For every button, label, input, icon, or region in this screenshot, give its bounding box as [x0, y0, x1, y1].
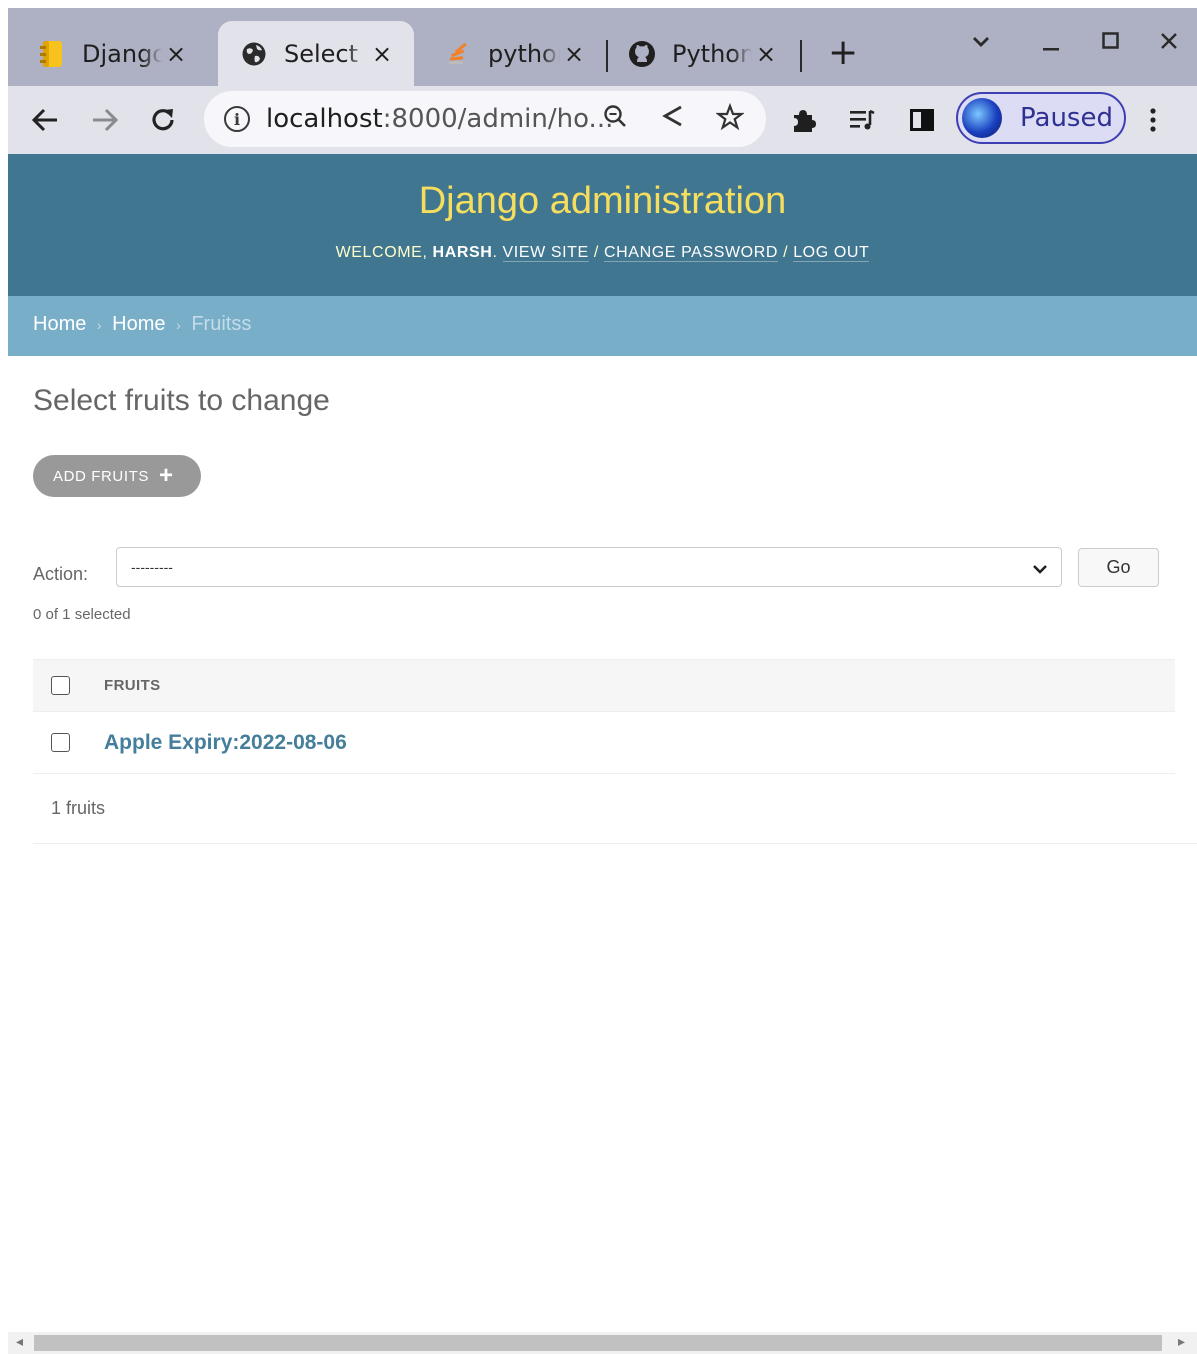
add-button-label: ADD FRUITS: [53, 467, 149, 485]
admin-header: Django administration WELCOME, HARSH. VI…: [8, 154, 1197, 296]
side-panel-icon[interactable]: [908, 104, 936, 136]
browser-toolbar: i localhost:8000/admin/ho... Paused: [8, 86, 1197, 154]
bookmark-star-icon[interactable]: [715, 102, 745, 138]
tab-separator: [800, 40, 802, 72]
separator: /: [593, 244, 599, 261]
add-fruits-button[interactable]: ADD FRUITS +: [33, 455, 201, 497]
breadcrumb: Home › Home › Fruitss: [8, 296, 1197, 356]
tab-django[interactable]: Django ×: [8, 21, 208, 86]
welcome-text: WELCOME,: [335, 244, 428, 261]
tab-python-so[interactable]: python ×: [414, 21, 606, 86]
tab-search-icon[interactable]: [970, 30, 992, 58]
scroll-left-icon[interactable]: ◂: [16, 1334, 23, 1350]
action-selected-value: ---------: [131, 559, 173, 575]
extensions-puzzle-icon[interactable]: [790, 104, 818, 136]
horizontal-scrollbar[interactable]: ◂ ▸: [8, 1332, 1197, 1354]
tab-strip: Django × Select × python × Python × +: [8, 8, 1197, 86]
select-all-checkbox[interactable]: [51, 676, 70, 695]
view-site-link[interactable]: VIEW SITE: [502, 244, 589, 262]
reading-list-icon[interactable]: [848, 104, 876, 136]
tab-select[interactable]: Select ×: [218, 21, 414, 86]
new-tab-button[interactable]: +: [828, 35, 858, 71]
column-header-fruits[interactable]: FRUITS: [104, 677, 161, 694]
globe-icon: [240, 40, 268, 68]
paginator: 1 fruits: [33, 774, 1197, 844]
share-icon[interactable]: [660, 103, 686, 136]
row-checkbox[interactable]: [51, 733, 70, 752]
close-tab-icon[interactable]: ×: [752, 40, 780, 68]
site-title[interactable]: Django administration: [8, 180, 1197, 223]
action-label: Action:: [33, 564, 89, 584]
user-tools: WELCOME, HARSH. VIEW SITE / CHANGE PASSW…: [335, 244, 870, 262]
fruit-link[interactable]: Apple Expiry:2022-08-06: [104, 731, 347, 755]
selected-count: 0 of 1 selected: [33, 606, 131, 623]
address-bar[interactable]: i localhost:8000/admin/ho...: [204, 91, 766, 147]
scrollbar-thumb[interactable]: [34, 1335, 1162, 1351]
close-tab-icon[interactable]: ×: [162, 40, 190, 68]
profile-avatar: [962, 98, 1002, 138]
tab-title: python: [488, 39, 560, 68]
back-arrow-icon[interactable]: [30, 104, 60, 136]
minimize-icon[interactable]: [1040, 32, 1062, 60]
go-button[interactable]: Go: [1078, 548, 1159, 587]
close-tab-icon[interactable]: ×: [368, 40, 396, 68]
close-window-icon[interactable]: [1158, 30, 1180, 58]
more-menu-icon[interactable]: [1148, 104, 1158, 136]
scroll-right-icon[interactable]: ▸: [1178, 1334, 1185, 1350]
profile-paused-button[interactable]: Paused: [956, 92, 1126, 144]
breadcrumb-separator: ›: [96, 317, 102, 333]
tab-title: Select: [284, 39, 359, 68]
browser-window: Django × Select × python × Python × +: [8, 8, 1197, 1354]
forward-arrow-icon[interactable]: [90, 104, 120, 136]
separator: /: [783, 244, 789, 261]
url-text: localhost:8000/admin/ho...: [266, 104, 614, 134]
reload-icon[interactable]: [148, 104, 178, 136]
zoom-icon[interactable]: [602, 103, 628, 136]
table-header: FRUITS: [33, 659, 1175, 712]
action-select[interactable]: ---------: [116, 547, 1062, 587]
tab-python-github[interactable]: Python ×: [598, 21, 798, 86]
stackoverflow-icon: [444, 40, 472, 68]
breadcrumb-app-home[interactable]: Home: [112, 313, 165, 335]
tab-title: Python: [672, 39, 752, 68]
log-out-link[interactable]: LOG OUT: [793, 244, 870, 262]
chevron-down-icon: [1031, 554, 1049, 584]
notebook-icon: [38, 40, 66, 68]
maximize-icon[interactable]: [1100, 30, 1122, 58]
tab-title: Django: [82, 39, 162, 68]
breadcrumb-home[interactable]: Home: [33, 313, 86, 335]
breadcrumb-separator: ›: [176, 317, 181, 333]
page-title: Select fruits to change: [33, 384, 330, 417]
github-icon: [628, 40, 656, 68]
change-password-link[interactable]: CHANGE PASSWORD: [603, 244, 779, 262]
results-table: FRUITS Apple Expiry:2022-08-06 1 fruits: [33, 659, 1197, 844]
profile-status: Paused: [1020, 103, 1113, 133]
breadcrumb-current: Fruitss: [191, 313, 252, 335]
table-row: Apple Expiry:2022-08-06: [33, 712, 1175, 774]
plus-icon: +: [159, 462, 174, 489]
close-tab-icon[interactable]: ×: [560, 40, 588, 68]
username: HARSH: [432, 244, 493, 261]
site-info-icon[interactable]: i: [224, 106, 250, 132]
